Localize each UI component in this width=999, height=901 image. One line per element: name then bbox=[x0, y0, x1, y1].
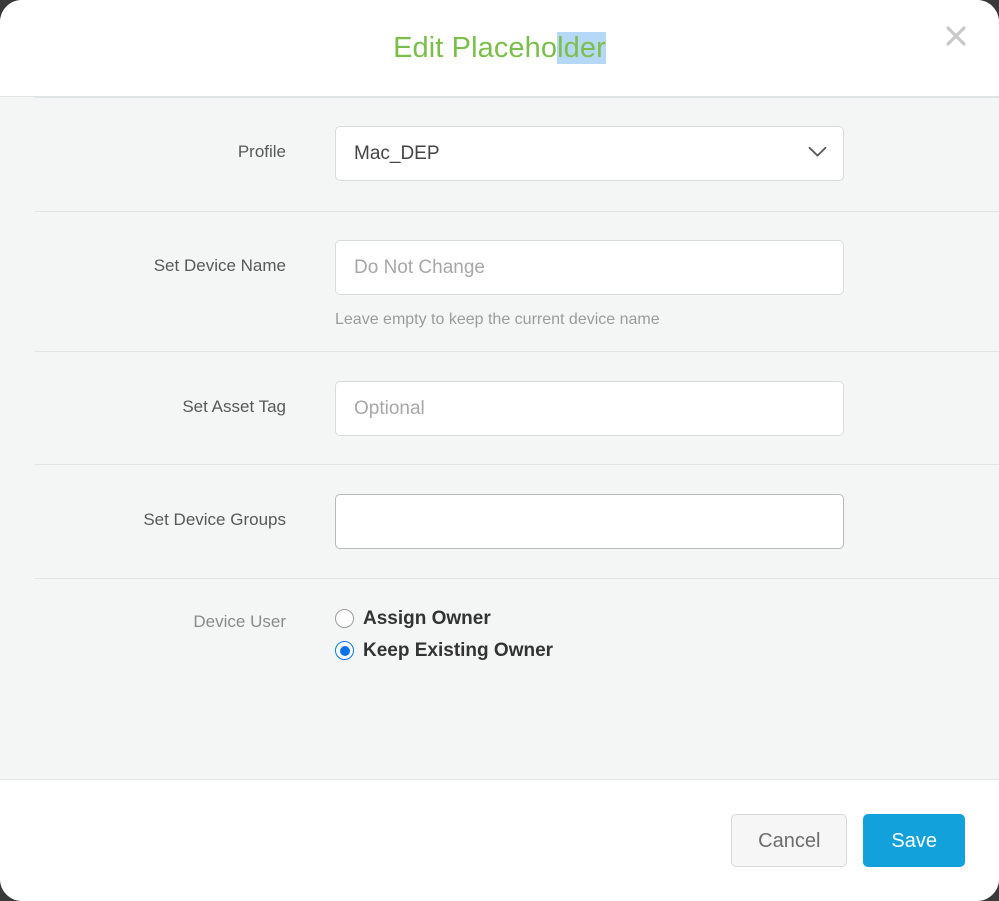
dialog-header: Edit Placeholder bbox=[0, 0, 999, 97]
device-user-radio-group: Assign Owner Keep Existing Owner bbox=[335, 608, 999, 662]
asset-tag-label: Set Asset Tag bbox=[182, 397, 286, 417]
dialog-body: Profile Mac_DEP Set Device Name Do Not C… bbox=[0, 97, 999, 779]
radio-assign-owner-label: Assign Owner bbox=[363, 608, 491, 630]
profile-select[interactable]: Mac_DEP bbox=[335, 126, 844, 181]
edit-placeholder-dialog: Edit Placeholder Profile Mac_DEP Set Dev… bbox=[0, 0, 999, 901]
dialog-title-selected-text: lder bbox=[557, 31, 606, 64]
device-groups-control bbox=[335, 494, 999, 550]
radio-checked-icon bbox=[335, 641, 354, 661]
cancel-button[interactable]: Cancel bbox=[731, 814, 848, 867]
device-name-input[interactable] bbox=[335, 240, 844, 295]
close-icon bbox=[945, 25, 967, 47]
form-row-device-name: Set Device Name Leave empty to keep the … bbox=[35, 211, 999, 351]
radio-assign-owner[interactable]: Assign Owner bbox=[335, 608, 999, 630]
form-row-device-user: Device User Assign Owner Keep Existing O… bbox=[35, 578, 999, 690]
device-groups-label: Set Device Groups bbox=[143, 510, 286, 530]
asset-tag-input[interactable] bbox=[335, 381, 844, 437]
device-user-control: Assign Owner Keep Existing Owner bbox=[335, 608, 999, 662]
profile-label: Profile bbox=[237, 142, 286, 161]
dialog-title-plain: Edit Placeho bbox=[393, 31, 558, 64]
form-row-device-groups: Set Device Groups bbox=[35, 464, 999, 578]
asset-tag-control bbox=[335, 381, 999, 437]
save-button[interactable]: Save bbox=[863, 814, 965, 867]
dialog-footer: Cancel Save bbox=[0, 779, 999, 901]
close-button[interactable] bbox=[938, 18, 974, 54]
radio-keep-existing-owner-label: Keep Existing Owner bbox=[363, 640, 554, 662]
device-name-help-text: Leave empty to keep the current device n… bbox=[335, 311, 660, 328]
device-name-label: Set Device Name bbox=[153, 256, 286, 275]
form-row-asset-tag: Set Asset Tag bbox=[35, 351, 999, 464]
device-user-label: Device User bbox=[193, 612, 286, 632]
form-row-profile: Profile Mac_DEP bbox=[35, 97, 999, 211]
device-groups-input[interactable] bbox=[335, 494, 844, 550]
dialog-title: Edit Placeholder bbox=[393, 31, 606, 65]
radio-unchecked-icon bbox=[335, 609, 354, 629]
device-name-control: Leave empty to keep the current device n… bbox=[335, 240, 999, 329]
profile-control: Mac_DEP bbox=[335, 126, 999, 181]
radio-keep-existing-owner[interactable]: Keep Existing Owner bbox=[335, 640, 999, 662]
